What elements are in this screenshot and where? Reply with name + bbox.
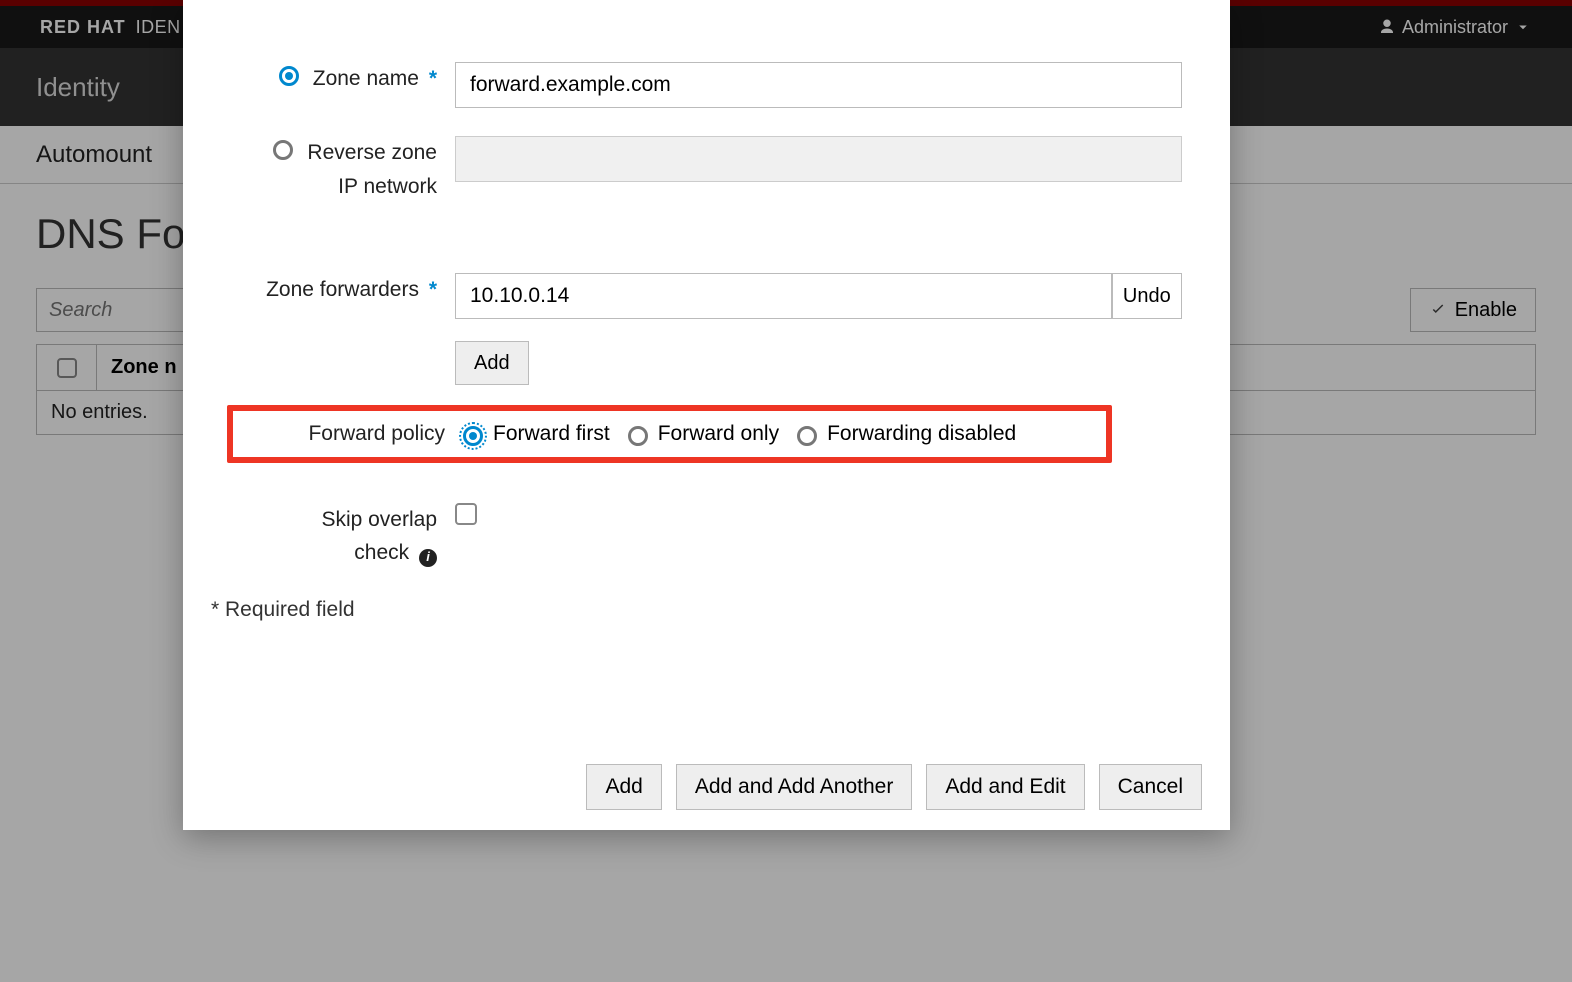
required-marker: *: [423, 278, 437, 301]
required-marker: *: [423, 67, 437, 90]
info-icon[interactable]: i: [419, 549, 437, 567]
add-forwarder-button[interactable]: Add: [455, 341, 529, 385]
forwarding-disabled-radio[interactable]: [797, 426, 817, 446]
forward-only-radio[interactable]: [628, 426, 648, 446]
reverse-zone-radio[interactable]: [273, 140, 293, 160]
reverse-zone-input-disabled: [455, 136, 1182, 182]
modal-add-button[interactable]: Add: [586, 764, 661, 810]
forward-policy-label: Forward policy: [233, 417, 463, 451]
forwarding-disabled-label: Forwarding disabled: [827, 422, 1016, 446]
modal-footer: Add Add and Add Another Add and Edit Can…: [183, 764, 1230, 810]
skip-overlap-checkbox[interactable]: [455, 503, 477, 525]
undo-button[interactable]: Undo: [1112, 273, 1182, 319]
forward-first-radio[interactable]: [463, 426, 483, 446]
modal-cancel-button[interactable]: Cancel: [1099, 764, 1202, 810]
skip-overlap-label2: check: [354, 541, 409, 564]
required-field-note: * Required field: [207, 598, 1182, 622]
reverse-zone-label2: IP network: [338, 175, 437, 198]
modal-add-edit-button[interactable]: Add and Edit: [926, 764, 1084, 810]
forward-only-label: Forward only: [658, 422, 779, 446]
forward-policy-row-highlighted: Forward policy Forward first Forward onl…: [227, 405, 1112, 463]
zone-forwarders-input[interactable]: [455, 273, 1112, 319]
modal-add-another-button[interactable]: Add and Add Another: [676, 764, 913, 810]
reverse-zone-label1: Reverse zone: [307, 141, 437, 164]
zone-name-radio[interactable]: [279, 66, 299, 86]
zone-name-input[interactable]: [455, 62, 1182, 108]
zone-forwarders-label: Zone forwarders: [266, 278, 419, 301]
add-zone-modal: Zone name * Reverse zone IP network Zone…: [183, 0, 1230, 830]
skip-overlap-label1: Skip overlap: [321, 508, 437, 531]
forward-first-label: Forward first: [493, 422, 610, 446]
zone-name-label: Zone name: [313, 67, 419, 90]
